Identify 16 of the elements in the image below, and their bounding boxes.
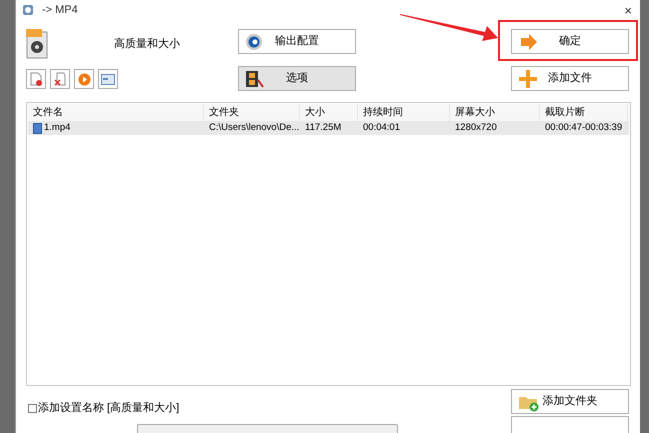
close-button[interactable]: × [624,4,632,16]
table-cell-text: C:\Users\lenovo\De... [209,120,300,135]
options-button[interactable]: 选项 [238,66,356,91]
ok-button[interactable]: 确定 [511,29,629,54]
table-cell-text: 117.25M [305,120,342,135]
add-folder-button[interactable]: 添加文件夹 [511,389,629,414]
table-cell-text: 00:04:01 [363,120,400,135]
table-cell-text: 00:00:47-00:03:39 [545,120,622,135]
table-cell-text: 1.mp4 [44,120,70,135]
add-file-button[interactable]: 添加文件 [511,66,629,91]
output-settings-button[interactable]: 输出配置 [238,29,356,54]
profile-label: 高质量和大小 [114,36,180,52]
window-title: -> MP4 [42,2,78,18]
checkbox-label: 添加设置名称 [高质量和大小] [38,400,180,416]
table-row[interactable]: 1.mp4 C:\Users\lenovo\De... 117.25M 00:04:01 1280x720 00:00:47-00:03:39 [28,121,629,135]
table-cell-text: 1280x720 [455,120,497,135]
